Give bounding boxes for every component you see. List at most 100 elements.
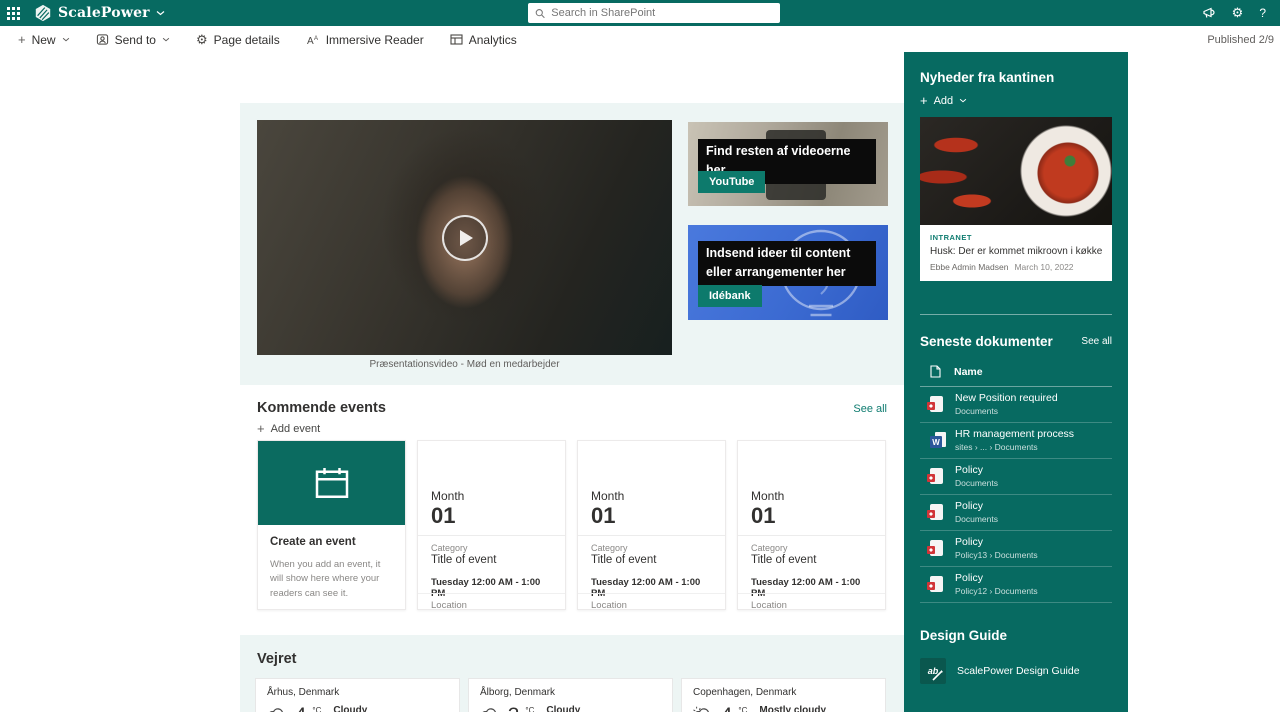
play-button[interactable] bbox=[442, 215, 488, 261]
event-title: Title of event bbox=[738, 553, 885, 566]
event-day: 01 bbox=[418, 503, 565, 528]
document-path: sites › ... › Documents bbox=[955, 442, 1074, 452]
weather-temp: 4 bbox=[721, 705, 733, 712]
event-datetime: Tuesday 12:00 AM - 1:00 PM bbox=[418, 566, 565, 599]
weather-card[interactable]: Copenhagen, Denmark 4 °C Mostly cloudy 5… bbox=[681, 678, 886, 712]
weather-card[interactable]: Ålborg, Denmark 3 °C Cloudy 51° / 28° · … bbox=[468, 678, 673, 712]
weather-unit: °C bbox=[738, 706, 747, 712]
right-sidebar: Nyheder fra kantinen + Add INTRANET Husk… bbox=[904, 52, 1128, 712]
news-section-title: Nyheder fra kantinen bbox=[920, 70, 1112, 85]
weather-unit: °C bbox=[312, 706, 321, 712]
chevron-down-icon bbox=[62, 37, 70, 42]
site-logo[interactable]: ScalePower bbox=[34, 4, 165, 22]
file-icon bbox=[930, 504, 943, 520]
scalepower-logo-icon bbox=[34, 4, 52, 22]
send-to-button[interactable]: Send to bbox=[96, 33, 170, 47]
weather-section-title: Vejret bbox=[257, 651, 297, 667]
event-category: Category bbox=[738, 536, 885, 553]
sharepoint-page: ScalePower ⚙ ? + New Send to bbox=[0, 0, 1280, 712]
page-details-button[interactable]: ⚙ Page details bbox=[196, 32, 280, 48]
sidebar-divider bbox=[920, 314, 1112, 315]
event-month: Month bbox=[418, 489, 565, 503]
send-to-icon bbox=[96, 33, 109, 46]
weather-city: Århus, Denmark bbox=[267, 687, 448, 698]
weather-card[interactable]: Århus, Denmark 4 °C Cloudy 51° / 28° · 0… bbox=[255, 678, 460, 712]
cloudy-icon bbox=[480, 705, 502, 712]
create-event-title: Create an event bbox=[270, 536, 393, 548]
document-list-item[interactable]: Policy Policy13 › Documents bbox=[920, 531, 1112, 567]
event-placeholder-card[interactable]: Month 01 Category Title of event Tuesday… bbox=[417, 440, 566, 610]
event-cards-row: Create an event When you add an event, i… bbox=[257, 440, 886, 610]
site-title: ScalePower bbox=[58, 5, 150, 21]
event-location: Location bbox=[578, 599, 725, 611]
news-add-button[interactable]: + Add bbox=[920, 94, 1112, 107]
add-event-button[interactable]: + Add event bbox=[257, 422, 320, 435]
immersive-reader-label: Immersive Reader bbox=[326, 33, 424, 47]
weather-condition: Cloudy bbox=[333, 705, 448, 712]
partly-cloudy-icon bbox=[693, 705, 715, 712]
page-details-label: Page details bbox=[214, 33, 280, 47]
videos-promo-tile[interactable]: Find resten af videoerne her YouTube bbox=[688, 122, 888, 206]
plus-icon: + bbox=[18, 33, 26, 46]
analytics-button[interactable]: Analytics bbox=[450, 33, 517, 47]
weather-cards-row: Århus, Denmark 4 °C Cloudy 51° / 28° · 0… bbox=[255, 678, 886, 712]
documents-see-all-link[interactable]: See all bbox=[1081, 336, 1112, 347]
document-list-item[interactable]: Policy Policy12 › Documents bbox=[920, 567, 1112, 603]
event-datetime: Tuesday 12:00 AM - 1:00 PM bbox=[578, 566, 725, 599]
idebank-button[interactable]: Idébank bbox=[698, 285, 762, 307]
document-name: Policy bbox=[955, 464, 998, 476]
search-input[interactable] bbox=[551, 7, 773, 19]
document-list-item[interactable]: New Position required Documents bbox=[920, 387, 1112, 423]
file-icon bbox=[930, 468, 943, 484]
settings-gear-icon[interactable]: ⚙ bbox=[1232, 5, 1244, 21]
news-site-tag: INTRANET bbox=[930, 233, 1102, 242]
word-file-icon: W bbox=[930, 432, 946, 448]
create-event-description: When you add an event, it will show here… bbox=[270, 558, 393, 601]
gear-icon: ⚙ bbox=[196, 32, 208, 48]
idea-promo-tile[interactable]: Indsend ideer til content eller arrangem… bbox=[688, 225, 888, 320]
event-placeholder-card[interactable]: Month 01 Category Title of event Tuesday… bbox=[577, 440, 726, 610]
events-see-all-link[interactable]: See all bbox=[853, 403, 887, 415]
document-list-item[interactable]: W HR management process sites › ... › Do… bbox=[920, 423, 1112, 459]
app-launcher-button[interactable] bbox=[0, 0, 26, 26]
weather-temp: 4 bbox=[295, 705, 307, 712]
design-guide-label: ScalePower Design Guide bbox=[957, 665, 1080, 677]
document-name: HR management process bbox=[955, 428, 1074, 440]
event-location: Location bbox=[738, 599, 885, 611]
event-category: Category bbox=[578, 536, 725, 553]
immersive-reader-button[interactable]: AA Immersive Reader bbox=[306, 33, 424, 47]
weather-section: Vejret Århus, Denmark 4 °C Cloudy 51° / … bbox=[240, 635, 904, 712]
video-caption: Præsentationsvideo - Mød en medarbejder bbox=[257, 359, 672, 370]
new-button[interactable]: + New bbox=[18, 33, 70, 47]
document-path: Documents bbox=[955, 478, 998, 488]
youtube-button[interactable]: YouTube bbox=[698, 171, 765, 193]
document-list-item[interactable]: Policy Documents bbox=[920, 495, 1112, 531]
documents-header-row: Name bbox=[920, 365, 1112, 378]
published-status: Published 2/9 bbox=[1207, 26, 1274, 53]
news-date: March 10, 2022 bbox=[1014, 262, 1073, 272]
send-to-label: Send to bbox=[115, 33, 156, 47]
event-placeholder-card[interactable]: Month 01 Category Title of event Tuesday… bbox=[737, 440, 886, 610]
create-event-card[interactable]: Create an event When you add an event, i… bbox=[257, 440, 406, 610]
help-icon[interactable]: ? bbox=[1259, 6, 1266, 20]
feedback-megaphone-icon[interactable] bbox=[1202, 7, 1216, 19]
weather-city: Copenhagen, Denmark bbox=[693, 687, 874, 698]
documents-name-header: Name bbox=[954, 366, 983, 378]
document-path: Documents bbox=[955, 406, 1058, 416]
document-list-item[interactable]: Policy Documents bbox=[920, 459, 1112, 495]
weather-temp: 3 bbox=[508, 705, 520, 712]
file-icon bbox=[930, 396, 943, 412]
waffle-icon bbox=[7, 7, 20, 20]
news-author: Ebbe Admin Madsen bbox=[930, 262, 1008, 272]
news-article-image[interactable] bbox=[920, 117, 1112, 225]
event-category: Category bbox=[418, 536, 565, 553]
event-month: Month bbox=[578, 489, 725, 503]
plus-icon: + bbox=[257, 422, 265, 435]
design-guide-link[interactable]: ab ScalePower Design Guide bbox=[920, 658, 1112, 684]
search-box[interactable] bbox=[528, 3, 780, 23]
presentation-video[interactable] bbox=[257, 120, 672, 355]
event-title: Title of event bbox=[418, 553, 565, 566]
tile-title: Indsend ideer til content eller arrangem… bbox=[698, 241, 876, 286]
news-article-card[interactable]: INTRANET Husk: Der er kommet mikroovn i … bbox=[920, 225, 1112, 281]
event-datetime: Tuesday 12:00 AM - 1:00 PM bbox=[738, 566, 885, 599]
